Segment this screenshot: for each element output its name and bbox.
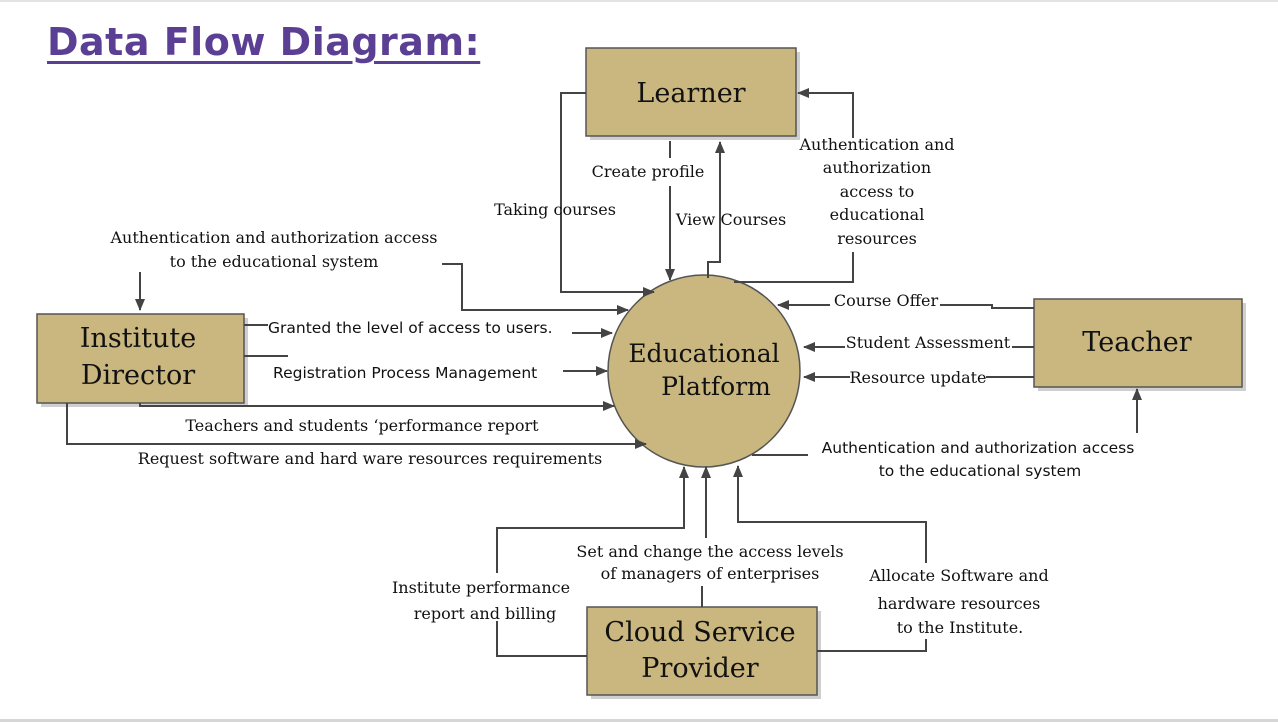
label-teacher-auth-1: Authentication and authorization access: [822, 439, 1135, 457]
label-create-profile: Create profile: [592, 162, 705, 181]
label-billing-2: report and billing: [414, 604, 557, 623]
cloud-label-line1: Cloud Service: [604, 617, 795, 648]
label-director-auth-1: Authentication and authorization access: [109, 228, 437, 247]
label-set-access-2: of managers of enterprises: [601, 564, 820, 583]
label-learner-auth-1: Authentication and: [798, 135, 954, 154]
label-learner-auth-2: authorization: [823, 158, 931, 177]
learner-label: Learner: [636, 78, 745, 109]
label-teacher-auth-2: to the educational system: [879, 462, 1082, 480]
label-registration: Registration Process Management: [273, 364, 537, 382]
label-taking-courses: Taking courses: [494, 200, 616, 219]
teacher-label: Teacher: [1082, 327, 1191, 358]
label-student-assessment: Student Assessment: [846, 333, 1011, 352]
process-label-line2: Platform: [661, 372, 771, 401]
flow-learner-auth-lower: [734, 252, 854, 283]
director-label-line1: Institute: [80, 323, 196, 354]
label-allocate-2: hardware resources: [878, 594, 1041, 613]
flow-director-auth-to-platform: [442, 263, 629, 315]
cloud-label-line2: Provider: [641, 653, 758, 684]
label-request-resources: Request software and hard ware resources…: [138, 449, 602, 468]
label-learner-auth-4: educational: [830, 205, 925, 224]
label-resource-update: Resource update: [849, 368, 986, 387]
flow-course-offer-start: [940, 304, 1034, 309]
label-learner-auth-5: resources: [837, 229, 917, 248]
label-performance-report: Teachers and students ‘performance repor…: [185, 416, 539, 435]
label-course-offer: Course Offer: [834, 291, 939, 310]
label-set-access-1: Set and change the access levels: [576, 542, 843, 561]
diagram-canvas: Data Flow Diagram: Learner Institute Dir…: [0, 0, 1278, 722]
label-director-auth-2: to the educational system: [170, 252, 379, 271]
label-learner-auth-3: access to: [840, 182, 915, 201]
label-view-courses: View Courses: [675, 210, 786, 229]
educational-platform-process: [607, 274, 801, 468]
data-flow-diagram: Learner Institute Director Teacher Cloud…: [36, 47, 1246, 699]
flow-learner-auth-upper: [797, 88, 854, 138]
label-granted-access: Granted the level of access to users.: [268, 319, 553, 337]
label-allocate-1: Allocate Software and: [868, 566, 1048, 585]
label-billing-1: Institute performance: [392, 578, 570, 597]
label-allocate-3: to the Institute.: [897, 618, 1024, 637]
director-label-line2: Director: [81, 360, 195, 391]
process-label-line1: Educational: [628, 339, 779, 368]
